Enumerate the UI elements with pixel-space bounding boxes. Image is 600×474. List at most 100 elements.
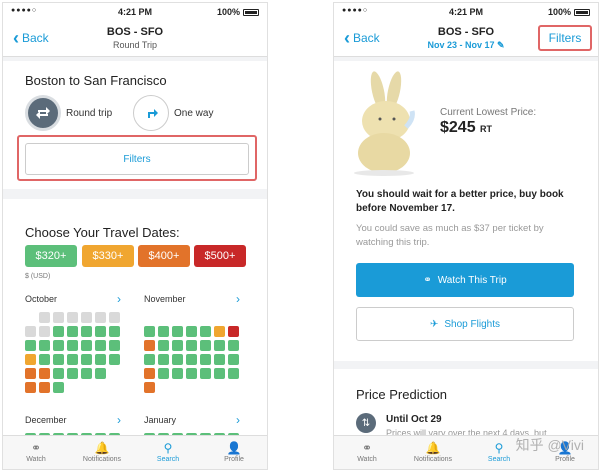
calendar-day[interactable] — [81, 340, 92, 351]
binoculars-icon: ⚭ — [361, 441, 373, 455]
calendar-day[interactable] — [172, 368, 183, 379]
tab-search[interactable]: ⚲ Search — [135, 436, 201, 469]
calendar-day[interactable] — [39, 382, 50, 393]
calendar-day[interactable] — [81, 326, 92, 337]
calendar-day[interactable] — [214, 354, 225, 365]
calendar-day[interactable] — [39, 368, 50, 379]
price-filter-500[interactable]: $500+ — [194, 245, 246, 267]
calendar-day[interactable] — [158, 354, 169, 365]
calendar-day[interactable] — [186, 326, 197, 337]
calendar-day[interactable] — [67, 368, 78, 379]
calendar-day[interactable] — [95, 340, 106, 351]
trip-options-card: Boston to San Francisco Round trip One w… — [3, 61, 267, 189]
calendar-day[interactable] — [67, 326, 78, 337]
calendar-day[interactable] — [25, 382, 36, 393]
calendar-day[interactable] — [186, 368, 197, 379]
tab-notifications[interactable]: 🔔 Notifications — [400, 436, 466, 469]
calendar-day[interactable] — [186, 354, 197, 365]
calendar-day[interactable] — [186, 340, 197, 351]
chevron-right-icon[interactable]: › — [236, 413, 240, 427]
calendar-day[interactable] — [158, 326, 169, 337]
calendar-day[interactable] — [172, 354, 183, 365]
calendar-day[interactable] — [109, 340, 120, 351]
calendar-day[interactable] — [214, 368, 225, 379]
calendar-day[interactable] — [53, 326, 64, 337]
calendar-day[interactable] — [53, 354, 64, 365]
price-filter-320[interactable]: $320+ — [25, 245, 77, 267]
calendar-day[interactable] — [144, 354, 155, 365]
tab-watch[interactable]: ⚭ Watch — [3, 436, 69, 469]
calendar-day[interactable] — [53, 312, 64, 323]
calendar-day[interactable] — [25, 326, 36, 337]
tab-label: Profile — [555, 456, 575, 463]
calendar-october: October › — [25, 292, 125, 393]
shop-flights-button[interactable]: ✈ Shop Flights — [356, 307, 574, 341]
calendar-day[interactable] — [172, 326, 183, 337]
calendar-day[interactable] — [228, 326, 239, 337]
filters-button[interactable]: Filters — [25, 143, 249, 175]
calendar-day[interactable] — [39, 326, 50, 337]
dates-title: Choose Your Travel Dates: — [25, 225, 180, 240]
calendar-day[interactable] — [53, 368, 64, 379]
calendar-november: November › — [144, 292, 244, 393]
left-phone-screen: ●●●●○ 4:21 PM 100% ‹ Back BOS - SFO Round… — [2, 2, 268, 470]
calendar-day[interactable] — [81, 354, 92, 365]
calendar-day[interactable] — [95, 312, 106, 323]
calendar-day[interactable] — [25, 340, 36, 351]
savings-text: You could save as much as $37 per ticket… — [356, 223, 544, 248]
calendar-day[interactable] — [53, 382, 64, 393]
calendar-day[interactable] — [53, 340, 64, 351]
calendar-day[interactable] — [95, 368, 106, 379]
calendar-day[interactable] — [144, 326, 155, 337]
chevron-right-icon[interactable]: › — [117, 413, 121, 427]
calendar-day[interactable] — [95, 326, 106, 337]
calendar-day[interactable] — [172, 340, 183, 351]
calendar-day[interactable] — [214, 326, 225, 337]
calendar-day[interactable] — [95, 354, 106, 365]
tab-profile[interactable]: 👤 Profile — [201, 436, 267, 469]
tab-label: Watch — [357, 456, 377, 463]
calendar-day[interactable] — [25, 368, 36, 379]
calendar-day[interactable] — [144, 368, 155, 379]
calendar-day[interactable] — [109, 312, 120, 323]
calendar-day[interactable] — [109, 354, 120, 365]
filters-button[interactable]: Filters — [538, 25, 592, 51]
calendar-day[interactable] — [144, 382, 155, 393]
advice-text: You should wait for a better price, buy … — [356, 189, 564, 214]
calendar-day[interactable] — [200, 368, 211, 379]
round-trip-label: Round trip — [66, 108, 113, 119]
calendar-day[interactable] — [158, 368, 169, 379]
calendar-day[interactable] — [25, 354, 36, 365]
price-label: Current Lowest Price: — [440, 107, 537, 118]
calendar-day[interactable] — [109, 326, 120, 337]
calendar-day[interactable] — [39, 354, 50, 365]
battery-percent: 100% — [216, 7, 240, 17]
calendar-day[interactable] — [158, 340, 169, 351]
calendar-day[interactable] — [67, 354, 78, 365]
calendar-day[interactable] — [200, 340, 211, 351]
calendar-day[interactable] — [81, 312, 92, 323]
tab-watch[interactable]: ⚭ Watch — [334, 436, 400, 469]
calendar-day[interactable] — [228, 340, 239, 351]
calendar-day[interactable] — [200, 326, 211, 337]
tab-label: Notifications — [413, 456, 453, 463]
bell-icon: 🔔 — [425, 441, 441, 455]
calendar-day[interactable] — [67, 312, 78, 323]
watch-trip-button[interactable]: ⚭ Watch This Trip — [356, 263, 574, 297]
one-way-toggle[interactable] — [133, 95, 169, 131]
calendar-day[interactable] — [39, 340, 50, 351]
price-filter-400[interactable]: $400+ — [138, 245, 190, 267]
calendar-day[interactable] — [228, 354, 239, 365]
calendar-day[interactable] — [228, 368, 239, 379]
chevron-right-icon[interactable]: › — [117, 292, 121, 306]
calendar-day[interactable] — [214, 340, 225, 351]
calendar-day[interactable] — [67, 340, 78, 351]
tab-notifications[interactable]: 🔔 Notifications — [69, 436, 135, 469]
calendar-day[interactable] — [39, 312, 50, 323]
round-trip-toggle[interactable] — [25, 95, 61, 131]
calendar-day[interactable] — [81, 368, 92, 379]
price-filter-330[interactable]: $330+ — [82, 245, 134, 267]
chevron-right-icon[interactable]: › — [236, 292, 240, 306]
calendar-day[interactable] — [200, 354, 211, 365]
calendar-day[interactable] — [144, 340, 155, 351]
